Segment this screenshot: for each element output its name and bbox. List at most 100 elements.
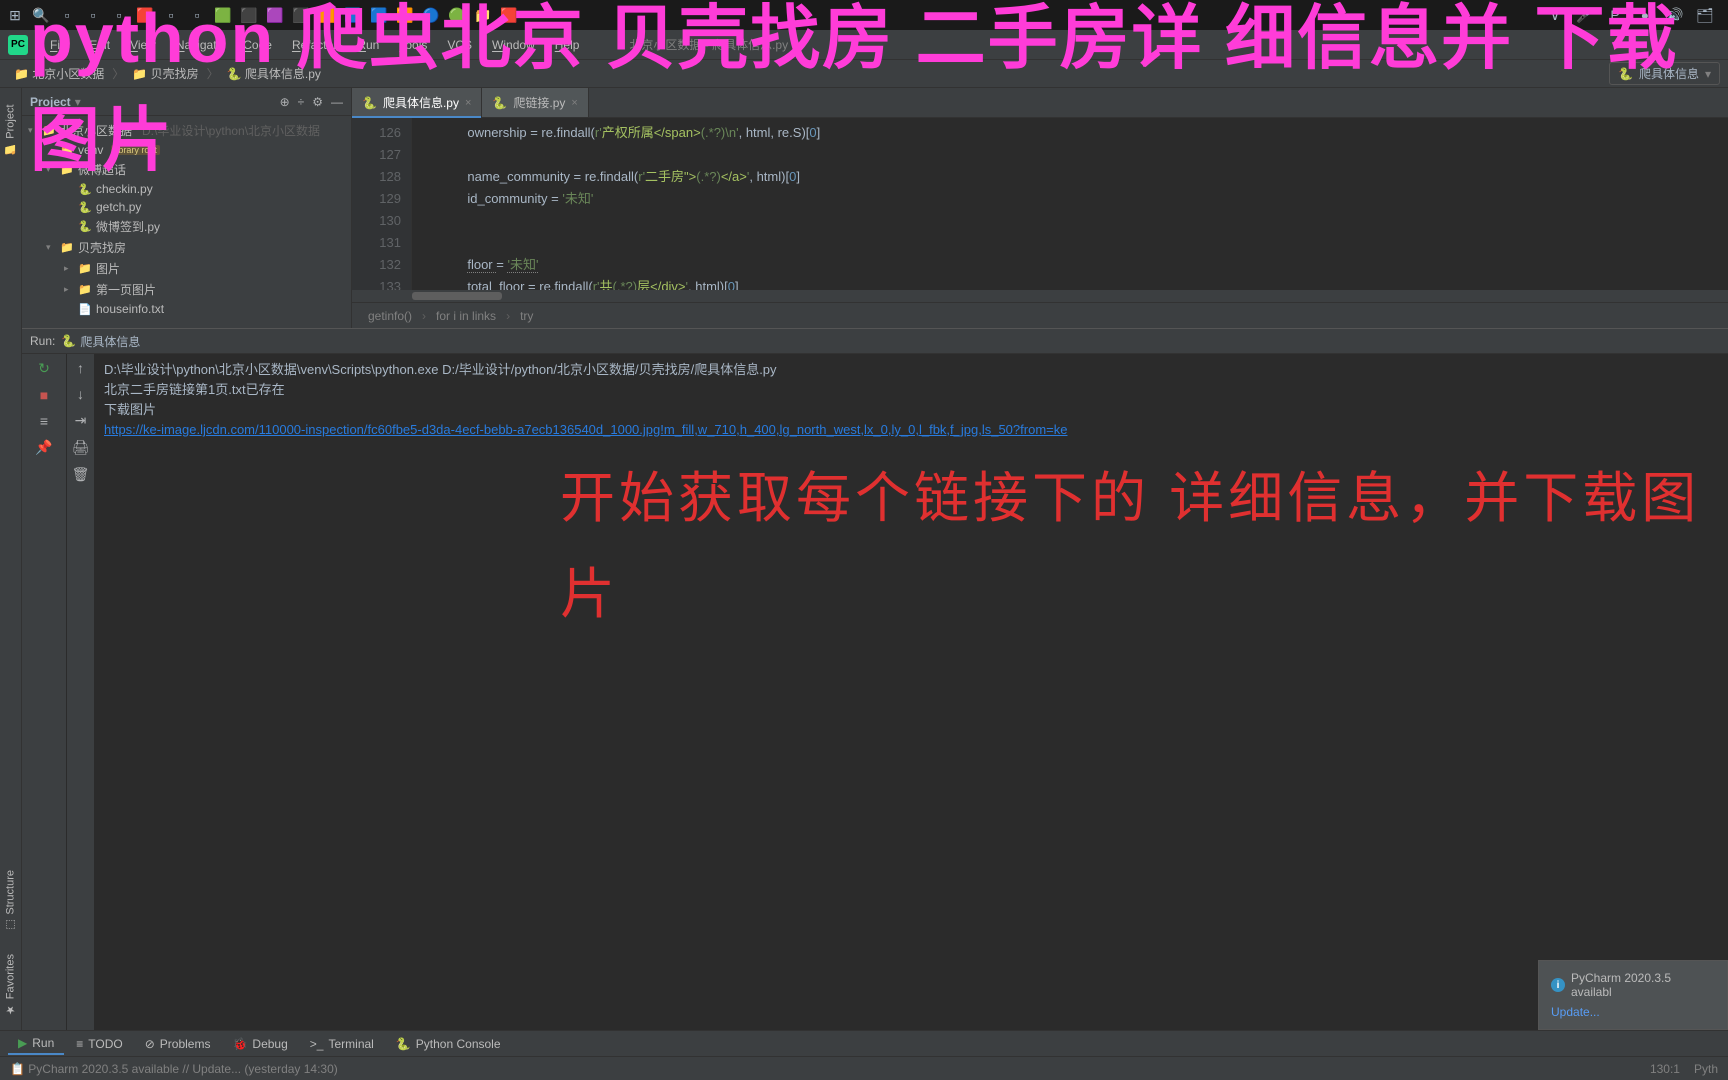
tree-item[interactable]: 🐍微博签到.py (22, 216, 351, 237)
breadcrumb-loop[interactable]: for i in links (436, 309, 496, 323)
chevron-right-icon: › (506, 309, 510, 323)
editor-body[interactable]: 126127128129130131132133134 ownership = … (352, 118, 1728, 290)
tree-item[interactable]: 📁venvlibrary root (22, 141, 351, 159)
tree-item[interactable]: ▸📁第一页图片 (22, 279, 351, 300)
scrollbar-thumb[interactable] (412, 292, 502, 300)
print-icon[interactable]: 🖨 (72, 439, 90, 456)
pin-icon[interactable]: 📌 (35, 439, 52, 456)
wrap-icon[interactable]: ⇥ (75, 412, 87, 429)
code-content[interactable]: ownership = re.findall(r'产权所属</span>(.*?… (412, 118, 1728, 290)
horizontal-scrollbar[interactable] (352, 290, 1728, 302)
tree-item[interactable]: ▾📁微博超话 (22, 159, 351, 180)
project-panel-header: Project ▾ ⊕ ÷ ⚙ — (22, 88, 351, 116)
menu-refactor[interactable]: Refactor (282, 34, 347, 56)
down-icon[interactable]: ↓ (77, 386, 84, 402)
navigation-bar: 📁 北京小区数据〉📁 贝壳找房〉🐍 爬具体信息.py 🐍 爬具体信息 ▾ (0, 60, 1728, 88)
editor-tab[interactable]: 🐍爬具体信息.py× (352, 88, 482, 117)
tree-item[interactable]: 🐍getch.py (22, 198, 351, 216)
taskbar-app-icon[interactable]: 🟪 (264, 4, 286, 26)
editor-tab[interactable]: 🐍爬链接.py× (482, 88, 588, 117)
taskbar-app-icon[interactable]: 🟩 (212, 4, 234, 26)
tray-icon[interactable]: 🗂 (1694, 4, 1716, 26)
taskbar-app-icon[interactable]: ▫ (186, 4, 208, 26)
menu-view[interactable]: View (120, 34, 166, 56)
taskbar-app-icon[interactable]: 🔍 (30, 4, 52, 26)
taskbar-app-icon[interactable]: ▫ (108, 4, 130, 26)
down-icon[interactable]: ≡ (40, 413, 48, 429)
tool-todo[interactable]: ≡TODO (66, 1034, 132, 1054)
taskbar-app-icon[interactable]: ▫ (82, 4, 104, 26)
taskbar-app-icon[interactable]: ▫ (160, 4, 182, 26)
close-icon[interactable]: × (571, 97, 577, 109)
taskbar-app-icon[interactable]: 🔵 (420, 4, 442, 26)
run-configuration-selector[interactable]: 🐍 爬具体信息 ▾ (1609, 62, 1720, 85)
console-line: 北京二手房链接第1页.txt已存在 (104, 380, 1718, 400)
breadcrumb-item[interactable]: 📁 北京小区数据 (8, 63, 110, 84)
console-line: D:\毕业设计\python\北京小区数据\venv\Scripts\pytho… (104, 360, 1718, 380)
taskbar-app-icon[interactable]: 🟦 (342, 4, 364, 26)
taskbar-app-icon[interactable]: 🟥 (134, 4, 156, 26)
menu-navigate[interactable]: Navigate (166, 34, 233, 56)
structure-tool-tab[interactable]: ⬚Structure (2, 862, 19, 940)
menu-code[interactable]: Code (233, 34, 282, 56)
favorites-tool-tab[interactable]: ★Favorites (2, 946, 19, 1024)
settings-icon[interactable]: ⚙ (312, 95, 323, 109)
menu-edit[interactable]: Edit (79, 34, 120, 56)
update-link[interactable]: Update... (1551, 1005, 1715, 1019)
breadcrumb-item[interactable]: 🐍 爬具体信息.py (221, 63, 327, 84)
tool-icon: ⊘ (145, 1037, 155, 1051)
breadcrumb-try[interactable]: try (520, 309, 533, 323)
tray-icon[interactable]: ● (1634, 4, 1656, 26)
run-console[interactable]: D:\毕业设计\python\北京小区数据\venv\Scripts\pytho… (94, 354, 1728, 1030)
taskbar-app-icon[interactable]: 🟧 (316, 4, 338, 26)
tool-run[interactable]: ▶Run (8, 1033, 64, 1055)
taskbar-app-icon[interactable]: ▫ (56, 4, 78, 26)
tree-item[interactable]: 📄houseinfo.txt (22, 300, 351, 318)
project-tool-tab[interactable]: 📁Project (2, 96, 19, 164)
breadcrumb-func[interactable]: getinfo() (368, 309, 412, 323)
run-header-config[interactable]: 🐍 爬具体信息 (61, 333, 140, 350)
locate-icon[interactable]: ⊕ (280, 95, 290, 109)
taskbar-app-icon[interactable]: ⬛ (290, 4, 312, 26)
main-area: 📁Project ⬚Structure ★Favorites Project ▾… (0, 88, 1728, 1030)
tool-debug[interactable]: 🐞Debug (222, 1034, 297, 1054)
interpreter-label[interactable]: Pyth (1694, 1062, 1718, 1076)
menu-run[interactable]: Run (347, 34, 389, 56)
breadcrumb-item[interactable]: 📁 贝壳找房 (126, 63, 204, 84)
tree-item[interactable]: ▸📁图片 (22, 258, 351, 279)
menu-file[interactable]: File (40, 34, 79, 56)
up-icon[interactable]: ↑ (77, 360, 84, 376)
menu-help[interactable]: Help (545, 34, 590, 56)
chevron-down-icon[interactable]: ▾ (75, 95, 81, 109)
console-url[interactable]: https://ke-image.ljcdn.com/110000-inspec… (104, 420, 1718, 440)
tray-icon[interactable]: 🎤 (1574, 4, 1596, 26)
menu-vcs[interactable]: VCS (437, 34, 482, 56)
file-icon: 📄 (78, 303, 92, 316)
project-tree[interactable]: ▾📁北京小区数据D:\毕业设计\python\北京小区数据 📁venvlibra… (22, 116, 351, 328)
collapse-icon[interactable]: ÷ (298, 95, 305, 109)
taskbar-app-icon[interactable]: 🟢 (446, 4, 468, 26)
tray-icon[interactable]: 🔊 (1664, 4, 1686, 26)
tray-icon[interactable]: P (1604, 4, 1626, 26)
stop-icon[interactable]: ■ (40, 387, 48, 403)
tree-item[interactable]: ▾📁北京小区数据D:\毕业设计\python\北京小区数据 (22, 120, 351, 141)
taskbar-app-icon[interactable]: 📁 (472, 4, 494, 26)
taskbar-app-icon[interactable]: ⬛ (238, 4, 260, 26)
status-message[interactable]: 📋 PyCharm 2020.3.5 available // Update..… (10, 1062, 338, 1076)
hide-icon[interactable]: — (331, 95, 343, 109)
taskbar-app-icon[interactable]: ⊞ (4, 4, 26, 26)
menu-tools[interactable]: Tools (389, 34, 437, 56)
menu-window[interactable]: Window (482, 34, 545, 56)
taskbar-app-icon[interactable]: 🟥 (498, 4, 520, 26)
trash-icon[interactable]: 🗑 (72, 466, 90, 483)
tool-problems[interactable]: ⊘Problems (135, 1034, 221, 1054)
rerun-icon[interactable]: ↻ (38, 360, 50, 377)
tree-item[interactable]: 🐍checkin.py (22, 180, 351, 198)
close-icon[interactable]: × (465, 97, 471, 109)
tray-icon[interactable]: ∨ (1544, 4, 1566, 26)
taskbar-app-icon[interactable]: 🟧 (394, 4, 416, 26)
taskbar-app-icon[interactable]: 🟦 (368, 4, 390, 26)
tree-item[interactable]: ▾📁贝壳找房 (22, 237, 351, 258)
tool-terminal[interactable]: >_Terminal (300, 1034, 384, 1054)
tool-python-console[interactable]: 🐍Python Console (386, 1034, 511, 1054)
